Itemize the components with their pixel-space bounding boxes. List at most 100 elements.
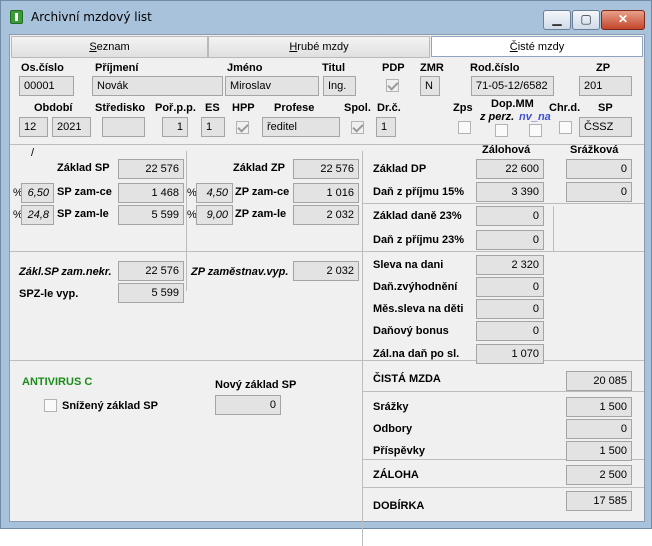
zp-label: ZP [596,62,611,74]
zp-field[interactable]: 201 [579,76,632,96]
title-bar[interactable]: Archivní mzdový list ▁ ▢ ✕ [1,1,651,31]
divider [362,203,644,204]
zp-zam-ce-field[interactable]: 1 016 [293,183,359,203]
por-pp-field[interactable]: 1 [162,117,188,137]
obdobi-month-field[interactable]: 12 [19,117,48,137]
zaklad-dp-zalohova-field[interactable]: 22 600 [476,159,544,179]
dan-zvyhodneni-label: Daň.zvýhodnění [373,281,458,293]
dan-23-label: Daň z příjmu 23% [373,234,465,246]
zal-na-dan-label: Zál.na daň po sl. [373,348,460,360]
spol-label: Spol. [344,102,371,114]
odbory-label: Odbory [373,423,413,435]
novy-zaklad-sp-label: Nový základ SP [215,379,297,391]
sleva-na-dani-field[interactable]: 2 320 [476,255,544,275]
zaloha-field[interactable]: 2 500 [566,465,632,485]
hpp-checkbox[interactable] [236,121,249,134]
zp-zam-le-percent[interactable]: 9,00 [196,205,233,225]
zaklad-sp-field[interactable]: 22 576 [118,159,184,179]
zal-na-dan-field[interactable]: 1 070 [476,344,544,364]
odbory-field[interactable]: 0 [566,419,632,439]
zaklad-dp-srazkova-field[interactable]: 0 [566,159,632,179]
snizeny-zaklad-checkbox[interactable] [44,399,57,412]
zp-zamestnav-vyp-field[interactable]: 2 032 [293,261,359,281]
sp-zam-le-percent[interactable]: 24,8 [21,205,54,225]
stredisko-field[interactable] [102,117,145,137]
zaloha-label: ZÁLOHA [373,469,419,481]
zakl-sp-zam-nekr-field[interactable]: 22 576 [118,261,184,281]
srazky-label: Srážky [373,401,409,413]
rod-cislo-label: Rod.číslo [470,62,520,74]
obdobi-year-field[interactable]: 2021 [52,117,91,137]
minimize-icon: ▁ [552,12,562,26]
cista-mzda-label: ČISTÁ MZDA [373,373,441,385]
pdp-checkbox[interactable] [386,79,399,92]
sleva-na-dani-label: Sleva na dani [373,259,444,271]
close-button[interactable]: ✕ [601,10,645,30]
sp-field[interactable]: ČSSZ [579,117,632,137]
divider [186,251,187,291]
titul-field[interactable]: Ing. [323,76,356,96]
dan-23-field[interactable]: 0 [476,230,544,250]
dop-mm-label: Dop.MM [491,98,534,110]
dr-c-field[interactable]: 1 [376,117,396,137]
danovy-bonus-field[interactable]: 0 [476,321,544,341]
srazky-field[interactable]: 1 500 [566,397,632,417]
dan-zvyhodneni-field[interactable]: 0 [476,277,544,297]
zaklad-dp-label: Základ DP [373,163,427,175]
zps-checkbox[interactable] [458,121,471,134]
obdobi-label: Období [34,102,73,114]
novy-zaklad-sp-field[interactable]: 0 [215,395,281,415]
zp-zam-ce-percent[interactable]: 4,50 [196,183,233,203]
minimize-button[interactable]: ▁ [543,10,571,30]
zaklad-sp-label: Základ SP [57,162,110,174]
tab-hrube-mzdy[interactable]: Hrubé mzdy [208,36,430,58]
dobirka-field[interactable]: 17 585 [566,491,632,511]
prispevky-field[interactable]: 1 500 [566,441,632,461]
zaklad-zp-field[interactable]: 22 576 [293,159,359,179]
spol-checkbox[interactable] [351,121,364,134]
col-srazkova-label: Srážková [570,144,619,156]
sp-zam-le-field[interactable]: 5 599 [118,205,184,225]
chr-d-checkbox[interactable] [559,121,572,134]
mes-sleva-field[interactable]: 0 [476,299,544,319]
maximize-button[interactable]: ▢ [572,10,600,30]
divider [553,206,554,251]
z-perz-label: z perz. [480,111,515,123]
zp-zam-le-label: ZP zam-le [235,208,287,220]
dop-mm-checkbox-1[interactable] [495,124,508,137]
rod-cislo-field[interactable]: 71-05-12/6582 [471,76,554,96]
col-zalohova-label: Zálohová [482,144,531,156]
dan-15-zalohova-field[interactable]: 3 390 [476,182,544,202]
zps-label: Zps [453,102,473,114]
cista-mzda-field[interactable]: 20 085 [566,371,632,391]
sp-zam-ce-percent[interactable]: 6,50 [21,183,54,203]
zp-zam-le-field[interactable]: 2 032 [293,205,359,225]
z-perz-value: nv_na [519,111,551,123]
antivirus-title: ANTIVIRUS C [22,376,93,388]
tab-seznam[interactable]: Seznam [11,36,208,58]
zaklad-zp-label: Základ ZP [233,162,285,174]
dan-15-srazkova-field[interactable]: 0 [566,182,632,202]
zmr-field[interactable]: N [420,76,440,96]
zaklad-dane-23-field[interactable]: 0 [476,206,544,226]
hpp-label: HPP [232,102,255,114]
window-title: Archivní mzdový list [31,10,152,24]
tab-ciste-mzdy[interactable]: Čisté mzdy [431,36,643,57]
os-cislo-field[interactable]: 00001 [19,76,74,96]
dr-c-label: Dr.č. [377,102,401,114]
divider [10,144,644,145]
app-icon [10,10,23,24]
zp-zam-ce-label: ZP zam-ce [235,186,290,198]
stredisko-label: Středisko [95,102,146,114]
pdp-label: PDP [382,62,405,74]
es-label: ES [205,102,220,114]
prijmeni-field[interactable]: Novák [92,76,223,96]
sp-zam-ce-field[interactable]: 1 468 [118,183,184,203]
es-field[interactable]: 1 [201,117,225,137]
profese-field[interactable]: ředitel [262,117,340,137]
sp-zam-ce-label: SP zam-ce [57,186,112,198]
jmeno-field[interactable]: Miroslav [225,76,319,96]
dop-mm-checkbox-2[interactable] [529,124,542,137]
prispevky-label: Příspěvky [373,445,425,457]
spz-le-vyp-field[interactable]: 5 599 [118,283,184,303]
